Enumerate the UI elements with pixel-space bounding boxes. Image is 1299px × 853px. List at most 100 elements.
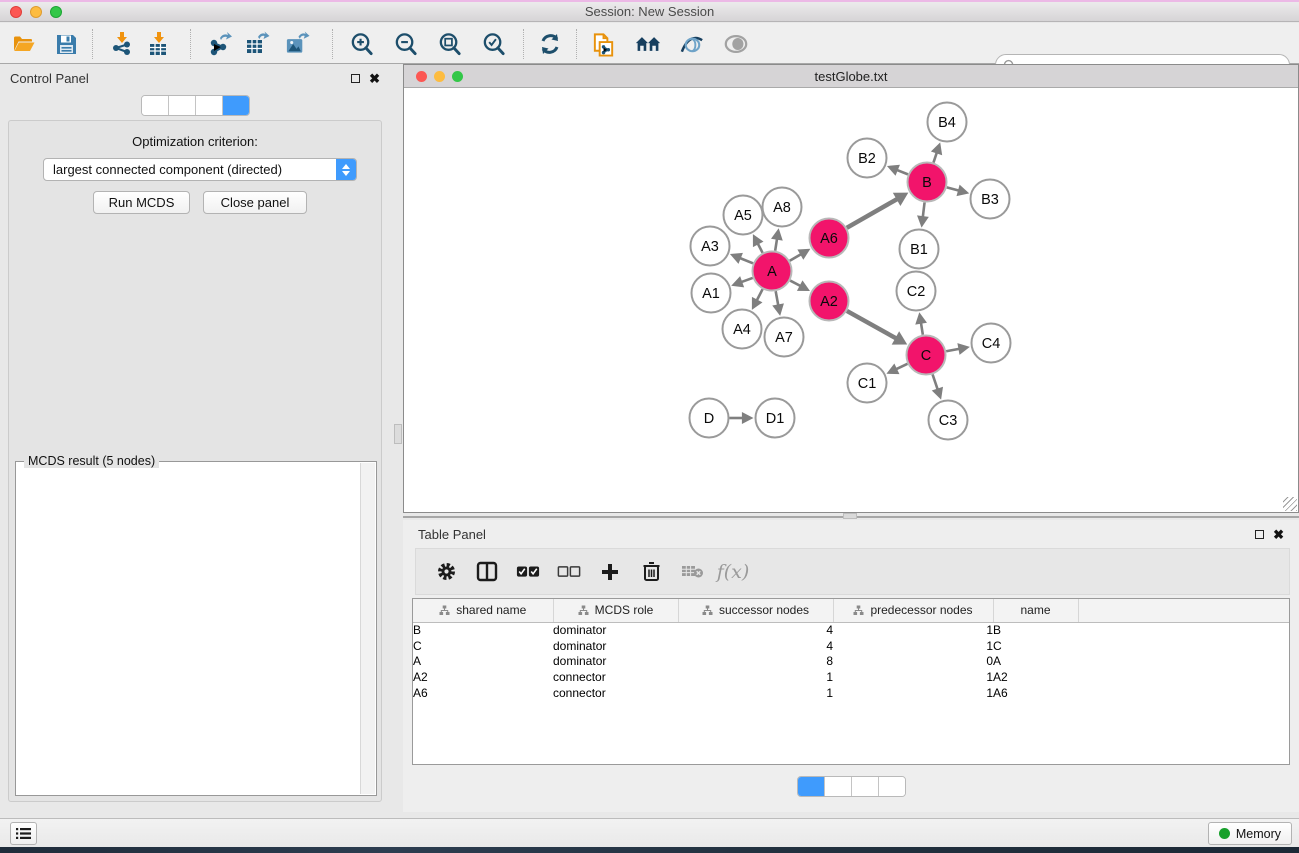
graph-node-D1[interactable]: D1: [756, 399, 795, 438]
refresh-icon[interactable]: [537, 31, 563, 57]
table-tab[interactable]: [852, 777, 879, 796]
table-row[interactable]: A6 connector 1 1 A6: [413, 685, 1289, 701]
zoom-in-icon[interactable]: [349, 31, 375, 57]
run-mcds-button[interactable]: Run MCDS: [93, 191, 190, 214]
table-row[interactable]: B dominator 4 1 B: [413, 622, 1289, 638]
criterion-dropdown[interactable]: largest connected component (directed): [43, 158, 357, 181]
graph-edge-C-C4[interactable]: [946, 349, 960, 352]
table-tab[interactable]: [798, 777, 825, 796]
node-table[interactable]: shared name MCDS role successor nodes: [412, 598, 1290, 765]
graph-node-A5[interactable]: A5: [724, 196, 763, 235]
float-panel-icon[interactable]: [351, 74, 360, 83]
deselect-all-rows-icon[interactable]: [557, 560, 581, 584]
graph-node-C4[interactable]: C4: [972, 324, 1011, 363]
graph-node-D[interactable]: D: [690, 399, 729, 438]
import-network-icon[interactable]: [108, 31, 134, 57]
table-row[interactable]: C dominator 4 1 C: [413, 638, 1289, 654]
column-type-icon: [439, 605, 450, 616]
control-panel-tab[interactable]: [223, 96, 249, 115]
zoom-fit-icon[interactable]: [437, 31, 463, 57]
table-tab[interactable]: [879, 777, 905, 796]
graph-node-A6[interactable]: A6: [810, 219, 849, 258]
graph-node-A7[interactable]: A7: [765, 318, 804, 357]
table-row[interactable]: A dominator 8 0 A: [413, 654, 1289, 670]
graph-edge-A-A7[interactable]: [776, 291, 779, 306]
graph-edge-C-C3[interactable]: [933, 374, 938, 390]
graph-edge-A-A3[interactable]: [739, 258, 753, 264]
close-panel-icon[interactable]: ✖: [369, 73, 380, 84]
close-view-button[interactable]: [416, 71, 427, 82]
graph-node-C3[interactable]: C3: [929, 401, 968, 440]
select-all-rows-icon[interactable]: [516, 560, 540, 584]
table-panel-tabs: [797, 776, 906, 797]
hide-graphics-details-icon[interactable]: [679, 31, 705, 57]
graph-node-A2[interactable]: A2: [810, 282, 849, 321]
maximize-window-button[interactable]: [50, 6, 62, 18]
column-header[interactable]: name: [993, 599, 1078, 622]
horizontal-splitter-handle[interactable]: [843, 513, 857, 519]
add-column-icon[interactable]: [598, 560, 622, 584]
graph-node-C1[interactable]: C1: [848, 364, 887, 403]
close-window-button[interactable]: [10, 6, 22, 18]
control-panel-tab[interactable]: [196, 96, 223, 115]
column-header[interactable]: MCDS role: [553, 599, 678, 622]
graph-node-A[interactable]: A: [753, 252, 792, 291]
table-row[interactable]: A2 connector 1 1 A2: [413, 669, 1289, 685]
graph-node-C2[interactable]: C2: [897, 272, 936, 311]
table-settings-icon[interactable]: [434, 560, 458, 584]
graph-edge-A-A6[interactable]: [790, 254, 802, 261]
import-table-icon[interactable]: [145, 31, 171, 57]
export-table-icon[interactable]: [244, 31, 270, 57]
show-graphics-details-icon[interactable]: [723, 31, 749, 57]
vertical-splitter-handle[interactable]: [394, 424, 402, 444]
task-history-button[interactable]: [10, 822, 37, 845]
graph-node-B[interactable]: B: [908, 163, 947, 202]
open-session-icon[interactable]: [11, 31, 37, 57]
column-header[interactable]: predecessor nodes: [833, 599, 993, 622]
svg-text:D1: D1: [766, 411, 785, 427]
maximize-view-button[interactable]: [452, 71, 463, 82]
zoom-out-icon[interactable]: [393, 31, 419, 57]
graph-node-C[interactable]: C: [907, 336, 946, 375]
result-scrollbar[interactable]: [360, 463, 375, 794]
close-panel-button[interactable]: Close panel: [203, 191, 307, 214]
export-network-icon[interactable]: [207, 31, 233, 57]
toolbar-separator: [523, 29, 524, 59]
network-window-titlebar[interactable]: testGlobe.txt: [404, 65, 1298, 88]
column-header[interactable]: successor nodes: [678, 599, 833, 622]
control-panel-tab[interactable]: [142, 96, 169, 115]
export-image-icon[interactable]: [284, 31, 310, 57]
graph-edge-A-A4[interactable]: [756, 289, 762, 301]
graph-node-B2[interactable]: B2: [848, 139, 887, 178]
table-tab[interactable]: [825, 777, 852, 796]
minimize-view-button[interactable]: [434, 71, 445, 82]
graph-node-B4[interactable]: B4: [928, 103, 967, 142]
duplicate-network-icon[interactable]: [591, 31, 617, 57]
graph-edge-A6-B[interactable]: [847, 198, 899, 227]
memory-button[interactable]: Memory: [1208, 822, 1292, 845]
resize-grip-icon[interactable]: [1283, 497, 1297, 511]
graph-node-A3[interactable]: A3: [691, 227, 730, 266]
graph-edge-B-B1[interactable]: [923, 202, 925, 218]
desktop-background-strip: [0, 847, 1299, 853]
columns-layout-icon[interactable]: [475, 560, 499, 584]
minimize-window-button[interactable]: [30, 6, 42, 18]
graph-node-B1[interactable]: B1: [900, 230, 939, 269]
delete-column-icon[interactable]: [639, 560, 663, 584]
network-canvas[interactable]: A5A8 A3 A A1A4A7 A6 A2 B B2 B4B3 B1C2 C C4 C1 C3 D D1: [405, 89, 1297, 511]
graph-edge-A2-C[interactable]: [847, 311, 897, 339]
zoom-selected-icon[interactable]: [481, 31, 507, 57]
home-icon[interactable]: [635, 31, 661, 57]
graph-node-A4[interactable]: A4: [723, 310, 762, 349]
save-session-icon[interactable]: [53, 31, 79, 57]
column-header[interactable]: shared name: [413, 599, 553, 622]
graph-node-A1[interactable]: A1: [692, 274, 731, 313]
float-table-panel-icon[interactable]: [1255, 530, 1264, 539]
column-header[interactable]: [1078, 599, 1289, 622]
graph-node-A8[interactable]: A8: [763, 188, 802, 227]
control-panel-tab[interactable]: [169, 96, 196, 115]
graph-edge-C-C1[interactable]: [895, 364, 907, 370]
graph-node-B3[interactable]: B3: [971, 180, 1010, 219]
graph-edge-B-B3[interactable]: [947, 187, 960, 191]
close-table-panel-icon[interactable]: ✖: [1273, 529, 1284, 540]
